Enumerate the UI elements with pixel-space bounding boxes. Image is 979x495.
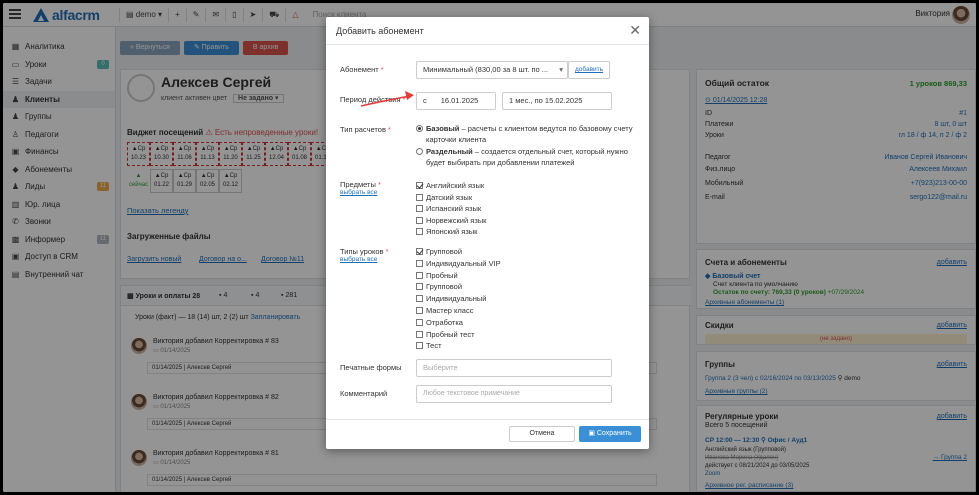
checkbox-label: Мастер класс: [426, 306, 474, 315]
subscription-select[interactable]: Минимальный (830,00 за 8 шт. по ... ▾: [416, 61, 568, 79]
checkbox[interactable]: [416, 295, 423, 303]
checkbox-option[interactable]: Групповой: [416, 282, 462, 291]
subscription-label: Абонемент *: [340, 65, 384, 74]
period-label: Период действия *: [340, 95, 406, 104]
save-button[interactable]: ▣ Сохранить: [579, 426, 641, 442]
checkbox-option[interactable]: Пробный: [416, 271, 458, 280]
checkbox-label: Тест: [426, 341, 442, 351]
checkbox-label: Индивидуальный: [426, 294, 487, 304]
checkbox-option[interactable]: Испанский язык: [416, 204, 481, 213]
checkbox-label: Пробный тест: [426, 329, 475, 339]
lesson-types-label-text: Типы уроков: [340, 247, 384, 256]
subscription-select-value: Минимальный (830,00 за 8 шт. по ...: [423, 65, 549, 74]
comment-label: Комментарий: [340, 389, 388, 398]
period-to-select[interactable]: 1 мес., по 15.02.2025: [502, 92, 612, 110]
checkbox-option[interactable]: Индивидуальный VIP: [416, 259, 501, 268]
checkbox[interactable]: [416, 318, 423, 326]
calc-base-option[interactable]: Базовый – расчеты с клиентом ведутся по …: [416, 123, 638, 145]
calc-split-title: Раздельный: [426, 147, 473, 156]
checkbox-label: Групповой: [426, 247, 463, 256]
checkbox[interactable]: [416, 248, 423, 255]
chevron-down-icon: ▾: [559, 65, 563, 74]
checkbox-label: Пробный: [426, 270, 458, 280]
print-forms-label: Печатные формы: [340, 363, 402, 372]
add-subscription-modal: Добавить абонемент ✕ Абонемент * Минимал…: [326, 17, 649, 449]
subjects-label-text: Предметы: [340, 180, 376, 189]
close-icon[interactable]: ✕: [629, 22, 641, 39]
checkbox[interactable]: [416, 271, 423, 279]
checkbox[interactable]: [416, 259, 423, 267]
calc-type-label: Тип расчетов *: [340, 125, 391, 134]
radio-split[interactable]: [416, 148, 423, 155]
print-forms-select[interactable]: Выберите: [416, 359, 612, 377]
calc-base-title: Базовый: [426, 124, 460, 133]
add-subscription-button[interactable]: добавить: [568, 61, 610, 79]
calc-split-option[interactable]: Раздельный – создается отдельный счет, к…: [416, 146, 638, 168]
checkbox-label: Индивидуальный VIP: [426, 258, 501, 268]
checkbox-label: Норвежский язык: [426, 215, 487, 225]
checkbox[interactable]: [416, 307, 423, 314]
checkbox[interactable]: [416, 193, 423, 201]
checkbox-option[interactable]: Мастер класс: [416, 306, 473, 315]
checkbox-option[interactable]: Норвежский язык: [416, 216, 486, 225]
modal-title: Добавить абонемент: [336, 26, 424, 36]
checkbox[interactable]: [416, 342, 423, 350]
checkbox-option[interactable]: Тест: [416, 341, 442, 350]
select-all-types-link[interactable]: выбрать все: [340, 256, 377, 263]
select-all-subjects-link[interactable]: выбрать все: [340, 189, 377, 196]
subscription-label-text: Абонемент: [340, 65, 379, 74]
checkbox[interactable]: [416, 330, 423, 338]
calc-type-label-text: Тип расчетов: [340, 125, 386, 134]
save-button-label: Сохранить: [596, 430, 632, 437]
modal-header: Добавить абонемент ✕: [326, 17, 649, 45]
cancel-button[interactable]: Отмена: [509, 426, 575, 442]
period-from-input[interactable]: с 16.01.2025: [416, 92, 496, 110]
checkbox-option[interactable]: Пробный тест: [416, 330, 475, 339]
app-window: alfacrm ▤ demo ▾ + ✎ ✉ ▯ ➤ ⛟ △ Поиск кли…: [3, 3, 976, 492]
checkbox-option[interactable]: Групповой: [416, 247, 462, 256]
checkbox-label: Групповой: [426, 282, 463, 292]
checkbox-option[interactable]: Отработка: [416, 318, 463, 327]
radio-base[interactable]: [416, 125, 423, 132]
checkbox-option[interactable]: Японский язык: [416, 227, 477, 236]
checkbox-label: Испанский язык: [426, 204, 482, 213]
checkbox-option[interactable]: Английский язык: [416, 181, 484, 190]
checkbox[interactable]: [416, 182, 423, 189]
checkbox-option[interactable]: Датский язык: [416, 193, 472, 202]
period-from-value: 16.01.2025: [440, 96, 479, 105]
checkbox-label: Английский язык: [426, 181, 485, 190]
subjects-label: Предметы *: [340, 180, 381, 189]
modal-footer: Отмена ▣ Сохранить: [326, 419, 649, 449]
checkbox[interactable]: [416, 228, 423, 235]
lesson-types-label: Типы уроков *: [340, 247, 389, 256]
checkbox[interactable]: [416, 216, 423, 224]
checkbox[interactable]: [416, 283, 423, 291]
checkbox[interactable]: [416, 205, 423, 212]
comment-input[interactable]: Любое текстовое примечание: [416, 385, 612, 403]
checkbox-option[interactable]: Индивидуальный: [416, 294, 487, 303]
checkbox-label: Датский язык: [426, 192, 473, 202]
checkbox-label: Японский язык: [426, 227, 478, 236]
period-label-text: Период действия: [340, 95, 401, 104]
period-from-prefix: с: [423, 96, 427, 105]
checkbox-label: Отработка: [426, 317, 463, 327]
